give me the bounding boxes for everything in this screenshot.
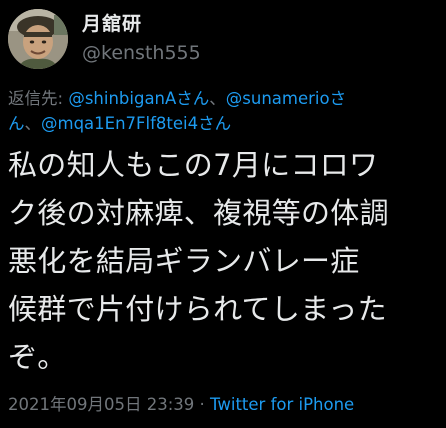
tweet-timestamp[interactable]: 2021年09月05日 23:39 xyxy=(8,395,194,414)
mention-sunamerio[interactable]: @sunamerioさ xyxy=(226,89,346,108)
tweet-text-line: ク後の対麻痺、複視等の体調 xyxy=(8,196,389,230)
tweet-text-line: 悪化を結局ギランバレー症 xyxy=(8,244,360,278)
tweet-text-line: 候群で片付けられてしまった xyxy=(8,292,387,326)
tweet-text: 私の知人もこの7月にコロワ ク後の対麻痺、複視等の体調 悪化を結局ギランバレー症… xyxy=(8,141,438,381)
mention-separator: 、 xyxy=(24,114,42,133)
tweet-source[interactable]: Twitter for iPhone xyxy=(210,395,354,414)
avatar-image xyxy=(8,9,68,69)
tweet-meta: 2021年09月05日 23:39 · Twitter for iPhone xyxy=(8,393,354,417)
tweet: 月舘研 @kensth555 返信先: @shinbiganAさん、@sunam… xyxy=(0,0,446,428)
display-name[interactable]: 月舘研 xyxy=(82,12,201,36)
mention-mqa1en7flf8tei4[interactable]: @mqa1En7Flf8tei4さん xyxy=(41,114,231,133)
user-names: 月舘研 @kensth555 xyxy=(82,12,201,66)
mention-sunamerio-suffix[interactable]: ん xyxy=(8,114,25,133)
avatar[interactable] xyxy=(8,9,68,69)
tweet-text-line: ぞ。 xyxy=(8,340,67,374)
user-handle[interactable]: @kensth555 xyxy=(82,40,201,66)
tweet-text-line: 私の知人もこの7月にコロワ xyxy=(8,148,379,182)
replying-to-label: 返信先: xyxy=(8,89,69,108)
meta-separator: · xyxy=(194,395,211,414)
mention-separator: 、 xyxy=(209,89,226,108)
tweet-header: 月舘研 @kensth555 xyxy=(8,4,201,74)
mention-shinbigana[interactable]: @shinbiganAさん xyxy=(68,89,209,108)
replying-to: 返信先: @shinbiganAさん、@sunamerioさ ん、@mqa1En7… xyxy=(8,86,440,136)
